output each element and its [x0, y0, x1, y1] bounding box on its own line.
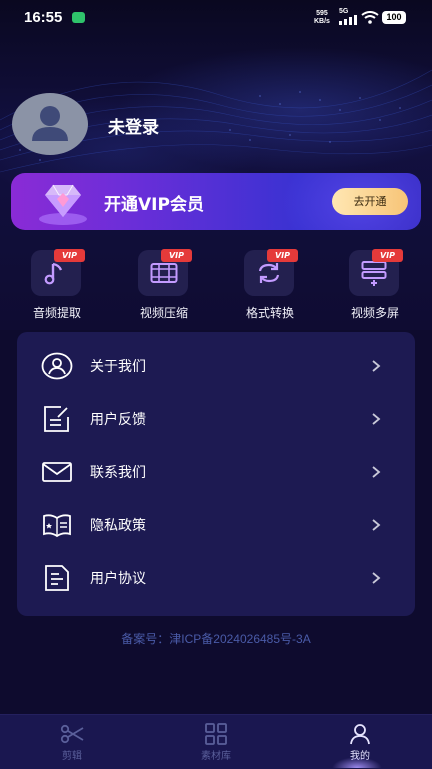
chevron-right-icon: [372, 413, 381, 425]
tool-format-convert[interactable]: VIP 格式转换: [222, 249, 318, 325]
login-status[interactable]: 未登录: [108, 113, 159, 138]
tool-label: 视频压缩: [139, 306, 188, 320]
tool-audio-extract[interactable]: VIP 音频提取: [9, 249, 105, 325]
settings-menu: 关于我们 用户反馈 联系我们 隐私政策 用户协议: [17, 332, 415, 616]
menu-item-agreement[interactable]: 用户协议: [17, 552, 415, 605]
menu-item-privacy[interactable]: 隐私政策: [17, 499, 415, 552]
person-icon: [350, 724, 370, 745]
vip-banner[interactable]: 开通VIP会员 去开通: [11, 173, 421, 230]
menu-item-contact[interactable]: 联系我们: [17, 446, 415, 499]
wifi-icon: [361, 11, 379, 24]
vip-badge: VIP: [267, 249, 298, 262]
tool-label: 音频提取: [32, 306, 81, 320]
menu-item-feedback[interactable]: 用户反馈: [17, 393, 415, 446]
default-avatar-icon: [12, 93, 88, 155]
vip-badge: VIP: [54, 249, 85, 262]
nav-tab-library[interactable]: 素材库: [166, 715, 266, 769]
menu-label: 用户协议: [90, 571, 146, 587]
menu-label: 隐私政策: [90, 518, 146, 534]
menu-label: 联系我们: [90, 465, 146, 481]
notification-app-icon: [72, 12, 85, 23]
scissors-icon: [60, 724, 84, 744]
music-note-icon: [44, 262, 63, 285]
convert-arrows-icon: [258, 263, 280, 283]
signal-icon: [339, 15, 357, 25]
tool-video-multiscreen[interactable]: VIP 视频多屏: [327, 249, 423, 325]
menu-label: 关于我们: [90, 359, 146, 375]
nav-label: 剪辑: [62, 751, 82, 762]
open-vip-button[interactable]: 去开通: [332, 188, 408, 215]
user-circle-icon: [41, 352, 73, 380]
document-icon: [45, 565, 69, 591]
privacy-book-icon: [43, 514, 71, 538]
menu-label: 用户反馈: [90, 412, 146, 428]
network-speed-unit: KB/s: [314, 18, 330, 25]
battery-icon: 100: [382, 11, 406, 24]
nav-tab-edit[interactable]: 剪辑: [22, 715, 122, 769]
tool-video-compress[interactable]: VIP 视频压缩: [116, 249, 212, 325]
vip-badge: VIP: [372, 249, 403, 262]
mail-icon: [42, 462, 72, 482]
tool-grid: VIP 音频提取 VIP 视频压缩 VIP 格式转换 VIP 视频多屏: [0, 249, 432, 325]
grid-icon: [205, 723, 227, 745]
multi-screen-icon: [361, 261, 387, 286]
network-speed: 595 KB/s: [314, 10, 330, 26]
feedback-edit-icon: [44, 406, 69, 432]
network-speed-value: 595: [316, 10, 328, 17]
vip-title: 开通VIP会员: [104, 195, 204, 215]
active-tab-indicator: [332, 757, 382, 768]
chevron-right-icon: [372, 466, 381, 478]
avatar[interactable]: [12, 93, 88, 155]
vip-gem-icon: [39, 184, 87, 225]
chevron-right-icon: [372, 519, 381, 531]
status-bar: 16:55 595 KB/s 5G 100: [0, 0, 432, 36]
network-type: 5G: [339, 8, 349, 15]
vip-badge: VIP: [161, 249, 192, 262]
tool-label: 视频多屏: [350, 306, 399, 320]
film-strip-icon: [150, 263, 178, 283]
chevron-right-icon: [372, 360, 381, 372]
nav-label: 素材库: [201, 751, 231, 762]
menu-item-about[interactable]: 关于我们: [17, 340, 415, 393]
icp-record[interactable]: 备案号：津ICP备2024026485号-3A: [0, 630, 432, 647]
chevron-right-icon: [372, 572, 381, 584]
status-time: 16:55: [24, 9, 63, 26]
tool-label: 格式转换: [245, 306, 294, 320]
